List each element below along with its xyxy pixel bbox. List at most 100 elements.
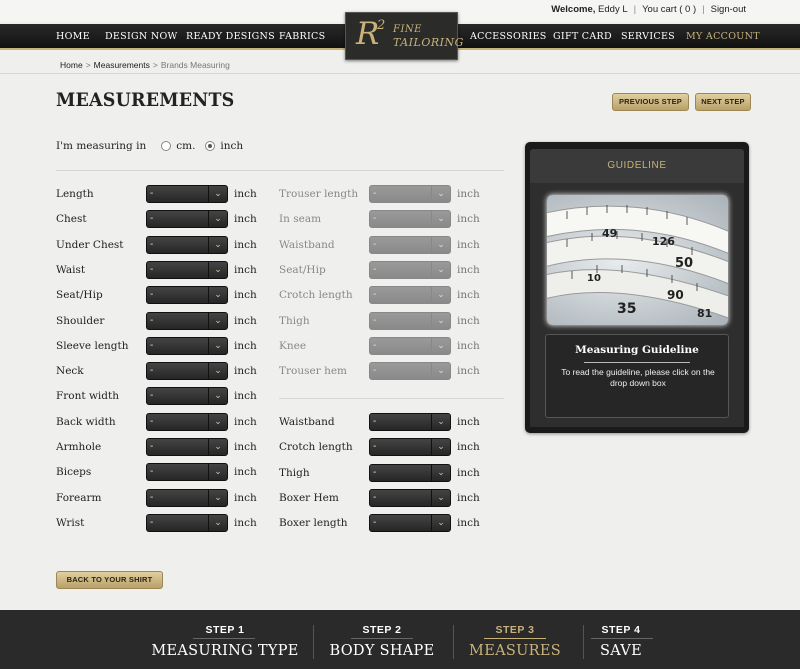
brand-logo[interactable]: R 2 FINE TAILORING xyxy=(345,12,463,60)
guideline-instructions: To read the guideline, please click on t… xyxy=(561,367,715,388)
select-value: - xyxy=(150,415,154,427)
unit-label: inch xyxy=(234,188,257,200)
nav-gift-card[interactable]: GIFT CARD xyxy=(553,24,612,50)
back-to-shirt-button[interactable]: BACK TO YOUR SHIRT xyxy=(56,571,163,589)
measurement-label: Biceps xyxy=(56,466,92,479)
length-select[interactable]: - ⌄ xyxy=(146,185,228,203)
measurement-label: In seam xyxy=(279,213,322,226)
shoulder-select[interactable]: - ⌄ xyxy=(146,311,228,330)
armhole-select[interactable]: - ⌄ xyxy=(146,438,228,456)
signout-link[interactable]: Sign-out xyxy=(711,4,746,15)
select-value: - xyxy=(150,263,154,275)
back-width-select[interactable]: - ⌄ xyxy=(146,412,228,431)
seat-hip-select[interactable]: - ⌄ xyxy=(146,286,228,305)
cart-link[interactable]: You cart ( 0 ) xyxy=(642,4,696,15)
unit-label: inch xyxy=(234,238,257,251)
trouser-length-select: - ⌄ xyxy=(369,185,451,203)
breadcrumb-measurements[interactable]: Measurements xyxy=(94,60,150,70)
front-width-select[interactable]: - ⌄ xyxy=(146,387,228,406)
measurement-label: Waistband xyxy=(279,238,335,251)
crotch-length-select[interactable]: - ⌄ xyxy=(369,438,451,457)
measurement-label: Thigh xyxy=(279,466,310,479)
select-value: - xyxy=(150,314,154,326)
unit-label: inch xyxy=(234,390,257,403)
nav-ready-designs[interactable]: READY DESIGNS xyxy=(186,24,275,50)
step-3[interactable]: STEP 3 MEASURES xyxy=(460,610,570,669)
measurement-label: Armhole xyxy=(56,441,102,453)
unit-label: inch xyxy=(234,466,257,479)
chevron-down-icon: ⌄ xyxy=(208,489,227,506)
logo-tailoring: TAILORING xyxy=(393,36,464,49)
chevron-down-icon: ⌄ xyxy=(208,186,227,202)
account-links: Welcome, Eddy L | You cart ( 0 ) | Sign-… xyxy=(551,4,746,15)
select-value: - xyxy=(373,188,377,199)
unit-label: inch xyxy=(457,339,480,352)
select-value: - xyxy=(150,289,154,301)
step-4[interactable]: STEP 4 SAVE xyxy=(581,610,661,669)
nav-my-account[interactable]: MY ACCOUNT xyxy=(686,24,760,50)
sleeve-length-select[interactable]: - ⌄ xyxy=(146,336,228,355)
divider: | xyxy=(633,4,637,15)
step-2[interactable]: STEP 2 BODY SHAPE xyxy=(322,610,442,669)
unit-label: inch xyxy=(457,416,480,428)
under-chest-select[interactable]: - ⌄ xyxy=(146,235,228,254)
tape-number: 50 xyxy=(675,256,693,271)
step-title: MEASURES xyxy=(469,643,561,659)
unit-inch-radio[interactable] xyxy=(205,141,216,151)
chevron-down-icon: ⌄ xyxy=(208,464,227,481)
measurement-row-waistband: Waistband - ⌄ inch xyxy=(279,413,504,431)
divider xyxy=(453,625,454,659)
breadcrumb-current: Brands Measuring xyxy=(160,60,230,70)
knee-select: - ⌄ xyxy=(369,336,451,355)
select-value: - xyxy=(373,517,377,529)
boxer-hem-select[interactable]: - ⌄ xyxy=(369,488,451,507)
unit-label: inch xyxy=(234,263,257,276)
neck-select[interactable]: - ⌄ xyxy=(146,362,228,381)
step-underline xyxy=(591,638,653,639)
divider xyxy=(56,170,504,171)
chevron-down-icon: ⌄ xyxy=(431,261,450,278)
forearm-select[interactable]: - ⌄ xyxy=(146,488,228,507)
nav-home[interactable]: HOME xyxy=(56,24,90,50)
nav-services[interactable]: SERVICES xyxy=(621,24,675,50)
previous-step-button[interactable]: PREVIOUS STEP xyxy=(612,93,689,111)
guideline-info-box: Measuring Guideline To read the guidelin… xyxy=(545,334,729,418)
chevron-down-icon: ⌄ xyxy=(431,515,450,532)
breadcrumb-home[interactable]: Home xyxy=(60,60,83,70)
logo-superscript: 2 xyxy=(377,18,386,33)
tape-illustration: 49 126 50 35 10 90 81 xyxy=(547,205,728,320)
waist-select[interactable]: - ⌄ xyxy=(146,260,228,279)
step-underline xyxy=(351,638,413,639)
wrist-select[interactable]: - ⌄ xyxy=(146,513,228,532)
nav-design-now[interactable]: DESIGN NOW xyxy=(105,24,178,50)
unit-cm-radio[interactable] xyxy=(161,141,172,151)
unit-inch-label[interactable]: inch xyxy=(220,140,243,152)
select-value: - xyxy=(150,365,154,377)
chevron-down-icon: ⌄ xyxy=(208,211,227,228)
measurement-label: Boxer Hem xyxy=(279,491,339,504)
unit-label: inch xyxy=(457,314,480,327)
nav-fabrics[interactable]: FABRICS xyxy=(279,24,325,50)
measurement-row-waistband: Waistband - ⌄ inch xyxy=(279,235,504,254)
unit-label: inch xyxy=(234,491,257,504)
unit-cm-label[interactable]: cm. xyxy=(176,140,195,152)
waistband-select[interactable]: - ⌄ xyxy=(369,413,451,431)
select-value: - xyxy=(373,238,377,250)
measurement-row-waist: Waist - ⌄ inch xyxy=(56,260,281,279)
nav-accessories[interactable]: ACCESSORIES xyxy=(470,24,547,50)
chest-select[interactable]: - ⌄ xyxy=(146,210,228,229)
select-value: - xyxy=(150,238,154,250)
chevron-down-icon: ⌄ xyxy=(208,388,227,405)
thigh-select[interactable]: - ⌄ xyxy=(369,463,451,482)
step-1[interactable]: STEP 1 MEASURING TYPE xyxy=(150,610,300,669)
guideline-panel: GUIDELINE 49 126 50 35 10 90 81 Measurin… xyxy=(525,142,749,433)
chevron-down-icon: ⌄ xyxy=(431,287,450,304)
select-value: - xyxy=(150,213,154,225)
tape-number: 81 xyxy=(697,307,712,320)
select-value: - xyxy=(373,365,377,377)
boxer-length-select[interactable]: - ⌄ xyxy=(369,514,451,533)
biceps-select[interactable]: - ⌄ xyxy=(146,463,228,482)
measurement-row-seat-hip: Seat/Hip - ⌄ inch xyxy=(56,286,281,305)
unit-label: inch xyxy=(234,441,257,453)
next-step-button[interactable]: NEXT STEP xyxy=(695,93,751,111)
